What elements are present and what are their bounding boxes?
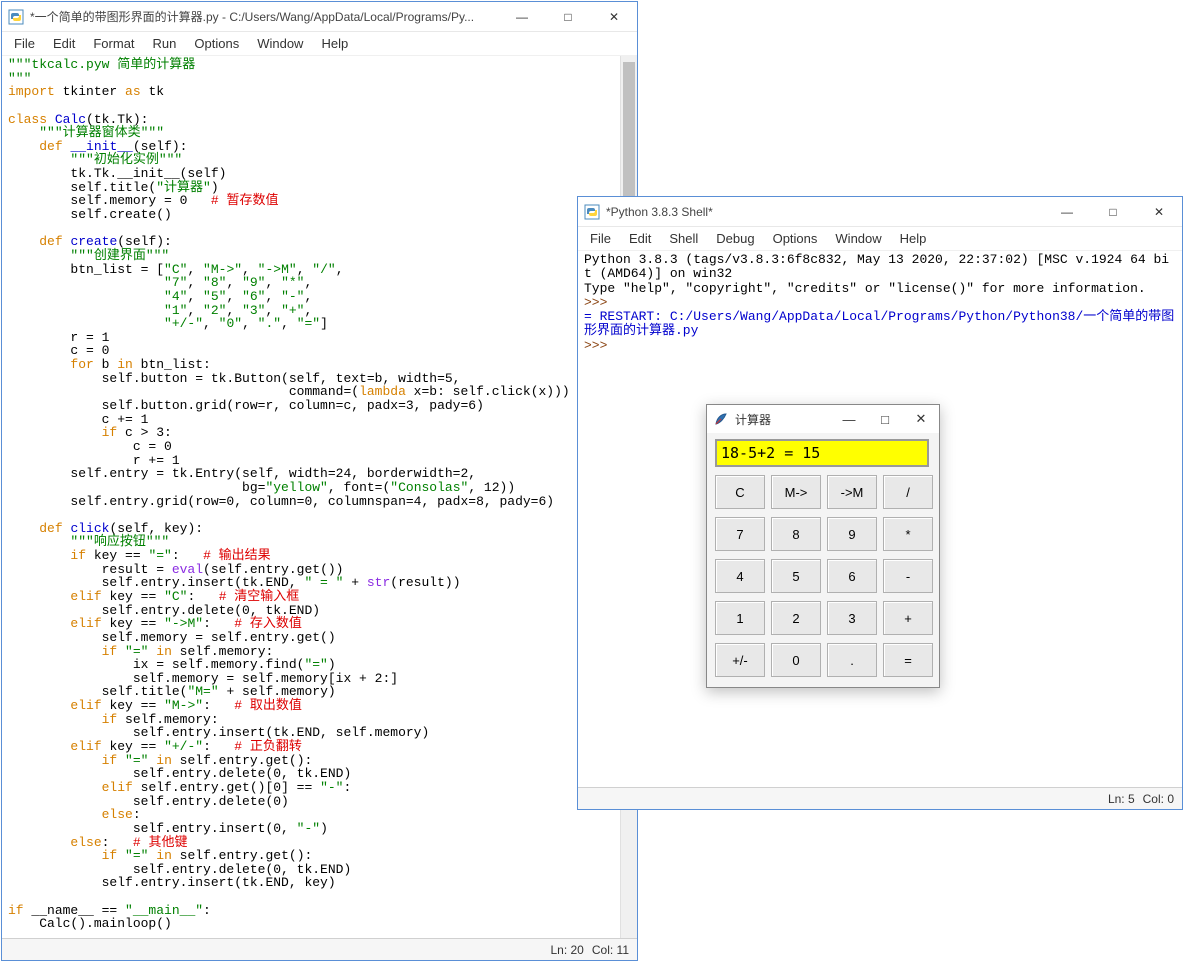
calc-key-5[interactable]: 5 [771, 559, 821, 593]
calc-titlebar[interactable]: 计算器 — □ ✕ [707, 405, 939, 433]
calc-title-text: 计算器 [735, 411, 831, 428]
calc-key-[interactable]: + [883, 601, 933, 635]
shell-menubar: File Edit Shell Debug Options Window Hel… [578, 227, 1182, 251]
calc-key-M[interactable]: M-> [771, 475, 821, 509]
calc-key-M[interactable]: ->M [827, 475, 877, 509]
calc-body: CM->->M/ 789* 456- 123+ +/-0.= [707, 433, 939, 687]
calc-key-8[interactable]: 8 [771, 517, 821, 551]
calculator-window: 计算器 — □ ✕ CM->->M/ 789* 456- 123+ +/-0.= [706, 404, 940, 688]
shell-status-ln: Ln: 5 [1108, 792, 1135, 806]
calc-key-C[interactable]: C [715, 475, 765, 509]
calc-minimize-button[interactable]: — [831, 405, 867, 433]
shell-menu-debug[interactable]: Debug [708, 229, 762, 248]
shell-banner-1: Python 3.8.3 (tags/v3.8.3:6f8c832, May 1… [584, 252, 1169, 281]
calc-key-[interactable]: +/- [715, 643, 765, 677]
menu-options[interactable]: Options [186, 34, 247, 53]
editor-window: *一个简单的带图形界面的计算器.py - C:/Users/Wang/AppDa… [1, 1, 638, 961]
editor-maximize-button[interactable]: □ [545, 2, 591, 32]
shell-status-col: Col: 0 [1143, 792, 1174, 806]
shell-menu-options[interactable]: Options [765, 229, 826, 248]
shell-banner-2: Type "help", "copyright", "credits" or "… [584, 281, 1146, 296]
shell-menu-window[interactable]: Window [827, 229, 889, 248]
menu-window[interactable]: Window [249, 34, 311, 53]
shell-title-text: *Python 3.8.3 Shell* [606, 205, 1044, 219]
editor-titlebar[interactable]: *一个简单的带图形界面的计算器.py - C:/Users/Wang/AppDa… [2, 2, 637, 32]
editor-close-button[interactable]: ✕ [591, 2, 637, 32]
menu-run[interactable]: Run [145, 34, 185, 53]
menu-format[interactable]: Format [85, 34, 142, 53]
calc-key-0[interactable]: 0 [771, 643, 821, 677]
calc-key-[interactable]: = [883, 643, 933, 677]
shell-close-button[interactable]: ✕ [1136, 197, 1182, 227]
editor-status-col: Col: 11 [592, 943, 629, 957]
tk-feather-icon [713, 411, 729, 427]
calc-key-[interactable]: - [883, 559, 933, 593]
shell-menu-file[interactable]: File [582, 229, 619, 248]
menu-file[interactable]: File [6, 34, 43, 53]
calc-close-button[interactable]: ✕ [903, 405, 939, 433]
calc-key-4[interactable]: 4 [715, 559, 765, 593]
python-shell-icon [584, 204, 600, 220]
calc-key-[interactable]: * [883, 517, 933, 551]
calc-maximize-button[interactable]: □ [867, 405, 903, 433]
shell-statusbar: Ln: 5 Col: 0 [578, 787, 1182, 809]
editor-menubar: File Edit Format Run Options Window Help [2, 32, 637, 56]
shell-restart-line: = RESTART: C:/Users/Wang/AppData/Local/P… [584, 309, 1174, 338]
menu-edit[interactable]: Edit [45, 34, 83, 53]
editor-status-ln: Ln: 20 [550, 943, 583, 957]
calc-key-7[interactable]: 7 [715, 517, 765, 551]
shell-minimize-button[interactable]: — [1044, 197, 1090, 227]
calc-key-9[interactable]: 9 [827, 517, 877, 551]
menu-help[interactable]: Help [313, 34, 356, 53]
calc-key-[interactable]: / [883, 475, 933, 509]
calc-display[interactable] [715, 439, 929, 467]
editor-minimize-button[interactable]: — [499, 2, 545, 32]
shell-maximize-button[interactable]: □ [1090, 197, 1136, 227]
shell-prompt: >>> [584, 295, 607, 310]
calc-key-[interactable]: . [827, 643, 877, 677]
editor-statusbar: Ln: 20 Col: 11 [2, 938, 637, 960]
calc-keypad: CM->->M/ 789* 456- 123+ +/-0.= [715, 475, 931, 677]
editor-title-text: *一个简单的带图形界面的计算器.py - C:/Users/Wang/AppDa… [30, 8, 499, 25]
shell-menu-help[interactable]: Help [892, 229, 935, 248]
calc-key-6[interactable]: 6 [827, 559, 877, 593]
shell-menu-shell[interactable]: Shell [661, 229, 706, 248]
calc-key-2[interactable]: 2 [771, 601, 821, 635]
calc-key-1[interactable]: 1 [715, 601, 765, 635]
calc-key-3[interactable]: 3 [827, 601, 877, 635]
shell-prompt-2: >>> [584, 338, 607, 353]
code-editor[interactable]: """tkcalc.pyw 简单的计算器 """ import tkinter … [2, 56, 637, 938]
python-file-icon [8, 9, 24, 25]
shell-menu-edit[interactable]: Edit [621, 229, 659, 248]
shell-titlebar[interactable]: *Python 3.8.3 Shell* — □ ✕ [578, 197, 1182, 227]
